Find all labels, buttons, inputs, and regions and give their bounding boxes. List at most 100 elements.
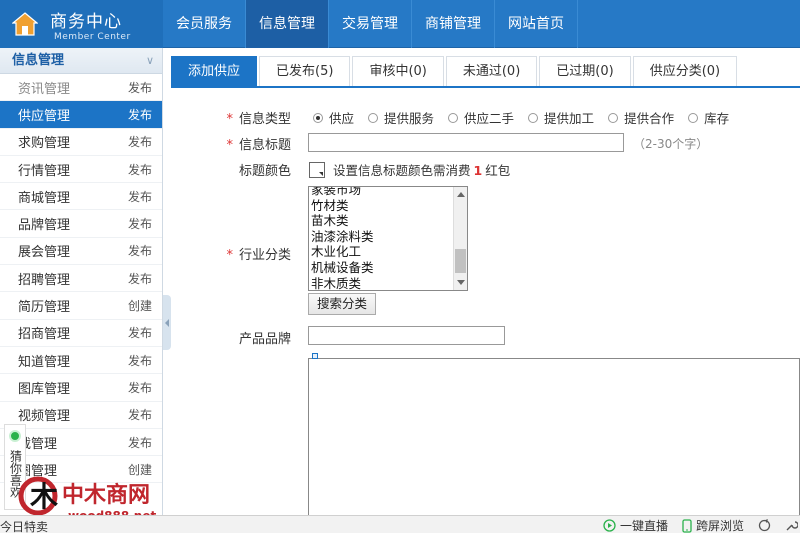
sidebar-item-action[interactable]: 发布 xyxy=(128,406,152,423)
sidebar-item-action[interactable]: 发布 xyxy=(128,106,152,123)
industry-category-list[interactable]: 家装市场 竹材类 苗木类 油漆涂料类 木业化工 机械设备类 非木质类 xyxy=(308,186,468,291)
refresh-button[interactable] xyxy=(758,519,771,532)
sidebar-item[interactable]: 简历管理 创建 xyxy=(0,292,162,320)
sidebar-item-action[interactable]: 发布 xyxy=(128,79,152,96)
radio-inventory[interactable]: 库存 xyxy=(688,108,729,127)
radio-second-hand[interactable]: 供应二手 xyxy=(448,108,514,127)
tab-add-supply[interactable]: 添加供应 xyxy=(171,56,258,86)
sidebar-item-action[interactable]: 发布 xyxy=(128,242,152,259)
phone-icon xyxy=(682,518,692,533)
info-type-label: * 信息类型 xyxy=(226,112,291,127)
scroll-thumb[interactable] xyxy=(455,249,466,273)
radio-circle[interactable] xyxy=(688,112,699,123)
sidebar-item[interactable]: 招商管理 发布 xyxy=(0,320,162,347)
sidebar-item-action[interactable]: 发布 xyxy=(128,434,152,451)
sidebar-item[interactable]: 品牌管理 发布 xyxy=(0,210,162,238)
radio-service[interactable]: 提供服务 xyxy=(368,108,434,127)
color-picker[interactable] xyxy=(309,162,325,178)
sidebar-item-action[interactable]: 发布 xyxy=(128,352,152,369)
radio-circle[interactable] xyxy=(368,112,379,123)
sidebar-item-label: 品牌管理 xyxy=(18,218,71,234)
sidebar-item-action[interactable]: 发布 xyxy=(128,215,152,232)
nav-member-service[interactable]: 会员服务 xyxy=(163,0,246,48)
top-nav: 会员服务 信息管理 交易管理 商铺管理 网站首页 xyxy=(163,0,578,48)
tab-published[interactable]: 已发布(5) xyxy=(259,56,351,86)
sidebar-item[interactable]: 展会管理 发布 xyxy=(0,238,162,266)
radio-cooperation[interactable]: 提供合作 xyxy=(608,108,674,127)
industry-option[interactable]: 竹材类 xyxy=(311,198,451,214)
tools-button[interactable] xyxy=(785,519,798,532)
radio-circle[interactable] xyxy=(608,112,619,123)
sidebar-item-label: 资讯管理 xyxy=(18,81,71,97)
scroll-down-icon[interactable] xyxy=(457,280,465,285)
scroll-up-icon[interactable] xyxy=(457,192,465,197)
sidebar-item-action[interactable]: 发布 xyxy=(128,324,152,341)
sidebar-item-action[interactable]: 发布 xyxy=(128,188,152,205)
industry-option[interactable]: 机械设备类 xyxy=(311,260,451,276)
nav-shop-management[interactable]: 商铺管理 xyxy=(412,0,495,48)
logo[interactable]: 商务中心 Member Center xyxy=(0,0,163,48)
industry-option[interactable]: 非木质类 xyxy=(311,276,451,290)
industry-option[interactable]: 苗木类 xyxy=(311,213,451,229)
sidebar-item-action[interactable]: 发布 xyxy=(128,161,152,178)
radio-processing[interactable]: 提供加工 xyxy=(528,108,594,127)
home-icon xyxy=(12,12,38,36)
content-editor[interactable] xyxy=(308,353,800,518)
sidebar-item-label: 求购管理 xyxy=(18,136,71,152)
nav-site-home[interactable]: 网站首页 xyxy=(495,0,578,48)
editor-resize-icon[interactable] xyxy=(312,353,318,359)
live-stream-button[interactable]: 一键直播 xyxy=(603,517,668,533)
top-header: 商务中心 Member Center 会员服务 信息管理 交易管理 商铺管理 网… xyxy=(0,0,800,48)
sidebar-item[interactable]: 行情管理 发布 xyxy=(0,156,162,184)
color-cost-note: 设置信息标题颜色需消费 1 红包 xyxy=(333,163,511,178)
status-bar: 今日特卖 一键直播 跨屏浏览 xyxy=(0,515,800,533)
list-scrollbar[interactable] xyxy=(453,187,467,290)
industry-option[interactable]: 家装市场 xyxy=(311,187,451,198)
status-actions: 一键直播 跨屏浏览 xyxy=(603,517,800,533)
sidebar-item[interactable]: 商城管理 发布 xyxy=(0,183,162,211)
sidebar-item[interactable]: 供应管理 发布 xyxy=(0,101,162,129)
sidebar-item-action[interactable]: 发布 xyxy=(128,379,152,396)
brand-label: 产品品牌 xyxy=(238,332,291,347)
brand-input[interactable] xyxy=(308,326,505,345)
tab-expired[interactable]: 已过期(0) xyxy=(539,56,631,86)
industry-option[interactable]: 木业化工 xyxy=(311,244,451,260)
sidebar-item-label: 知道管理 xyxy=(18,354,71,370)
wrench-icon xyxy=(786,521,798,531)
sidebar-item-action[interactable]: 发布 xyxy=(128,133,152,150)
chevron-down-icon[interactable]: ∨ xyxy=(146,48,154,74)
sidebar-item-label: 视频管理 xyxy=(18,409,71,425)
sidebar-item[interactable]: 图库管理 发布 xyxy=(0,374,162,402)
radio-circle[interactable] xyxy=(528,112,539,123)
logo-subtitle: Member Center xyxy=(54,32,131,42)
tab-under-review[interactable]: 审核中(0) xyxy=(352,56,444,86)
sidebar-item-label: 展会管理 xyxy=(18,245,71,261)
sidebar-item-label: 简历管理 xyxy=(18,300,71,316)
title-color-label: 标题颜色 xyxy=(238,164,291,179)
title-input[interactable] xyxy=(308,133,624,152)
sidebar-item-action[interactable]: 创建 xyxy=(128,297,152,314)
industry-option[interactable]: 油漆涂料类 xyxy=(311,229,451,245)
tab-rejected[interactable]: 未通过(0) xyxy=(445,56,538,86)
sidebar-item-label: 商城管理 xyxy=(18,190,71,206)
sidebar-item-label: 图库管理 xyxy=(18,381,71,397)
sidebar-item[interactable]: 求购管理 发布 xyxy=(0,129,162,156)
collapse-sidebar-handle[interactable] xyxy=(163,295,171,350)
required-marker: * xyxy=(226,138,233,153)
sidebar-item[interactable]: 招聘管理 发布 xyxy=(0,265,162,293)
radio-supply[interactable]: 供应 xyxy=(313,108,354,127)
sidebar-item[interactable]: 知道管理 发布 xyxy=(0,347,162,375)
sidebar-item[interactable]: 资讯管理 发布 xyxy=(0,74,162,102)
radio-circle[interactable] xyxy=(448,112,459,123)
nav-info-management[interactable]: 信息管理 xyxy=(246,0,329,48)
sidebar-header[interactable]: 信息管理 ∨ xyxy=(0,48,162,74)
nav-trade-management[interactable]: 交易管理 xyxy=(329,0,412,48)
radio-circle[interactable] xyxy=(313,112,323,123)
today-deals[interactable]: 今日特卖 xyxy=(0,518,48,533)
cross-screen-button[interactable]: 跨屏浏览 xyxy=(682,517,744,533)
logo-title: 商务中心 xyxy=(50,12,122,32)
tab-supply-category[interactable]: 供应分类(0) xyxy=(632,56,738,86)
search-category-button[interactable]: 搜索分类 xyxy=(308,293,377,315)
industry-options: 家装市场 竹材类 苗木类 油漆涂料类 木业化工 机械设备类 非木质类 xyxy=(311,187,451,290)
sidebar-item-action[interactable]: 发布 xyxy=(128,270,152,287)
